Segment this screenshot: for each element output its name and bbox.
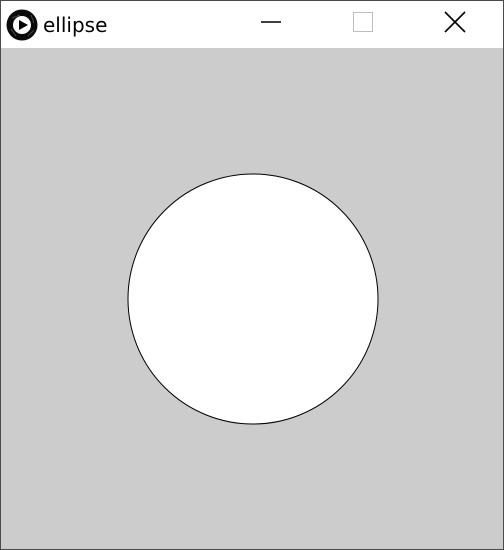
- sketch-canvas[interactable]: [1, 48, 503, 549]
- window-title: ellipse: [43, 13, 108, 37]
- maximize-icon: [352, 11, 374, 38]
- ellipse-shape: [127, 173, 379, 425]
- processing-play-icon: [6, 9, 38, 41]
- close-button[interactable]: [432, 1, 478, 48]
- title-bar[interactable]: ellipse: [1, 1, 503, 48]
- app-window: ellipse: [0, 0, 504, 550]
- canvas-drawing: [127, 173, 379, 425]
- close-icon: [444, 11, 466, 38]
- minimize-icon: [260, 11, 282, 38]
- minimize-button[interactable]: [248, 1, 294, 48]
- maximize-button[interactable]: [340, 1, 386, 48]
